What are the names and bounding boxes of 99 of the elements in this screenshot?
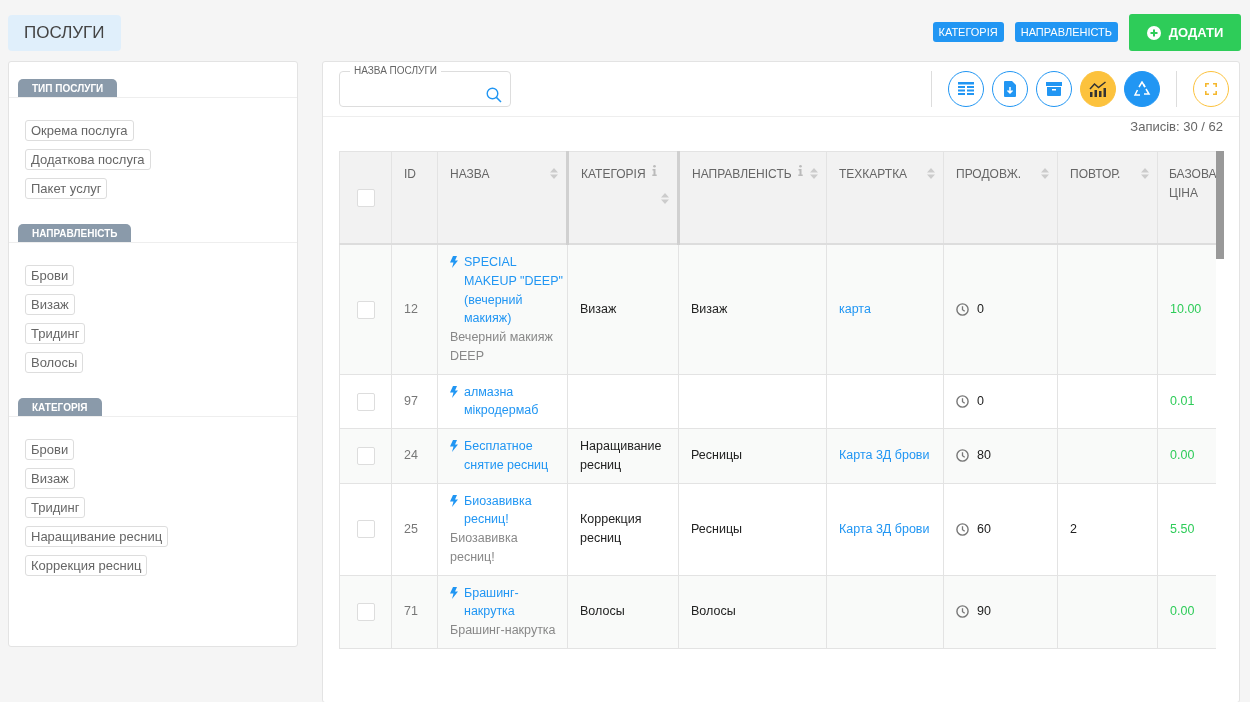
- search-field[interactable]: НАЗВА ПОСЛУГИ: [339, 65, 511, 107]
- direction-cell: Волосы: [691, 604, 736, 619]
- category-cell: Волосы: [580, 604, 625, 619]
- service-name-link[interactable]: SPECIAL MAKEUP "DEEP" (вечерний макияж): [464, 253, 565, 328]
- duration-cell-text: 60: [977, 520, 991, 538]
- filter-heading: ТИП ПОСЛУГИ: [18, 79, 118, 97]
- row-checkbox[interactable]: [356, 447, 375, 466]
- filter-chip[interactable]: Волосы: [25, 352, 84, 373]
- sort-icon[interactable]: [1041, 168, 1049, 179]
- filter-chip[interactable]: Коррекция ресниц: [25, 555, 148, 576]
- category-button[interactable]: КАТЕГОРІЯ: [932, 21, 1004, 42]
- filter-heading: КАТЕГОРІЯ: [18, 398, 102, 416]
- recycle-icon: [1133, 80, 1151, 98]
- price-cell: 0.00: [1170, 448, 1195, 463]
- category-cell: Визаж: [580, 301, 617, 316]
- filter-chip[interactable]: Визаж: [25, 294, 75, 315]
- column-header: ID: [404, 166, 416, 183]
- column-header[interactable]: КАТЕГОРІЯ: [581, 165, 646, 185]
- info-icon: [651, 165, 657, 176]
- service-description: Вечерний макияж DEEP: [450, 329, 554, 365]
- price-cell: 5.50: [1170, 521, 1195, 536]
- price-cell: 0.00: [1170, 604, 1195, 619]
- duration-cell-text: 0: [977, 392, 984, 410]
- id-cell: 24: [404, 448, 418, 463]
- search-icon: [486, 87, 502, 103]
- duration-cell-text: 80: [977, 447, 991, 465]
- lightning-icon: [450, 440, 458, 452]
- archive-button[interactable]: [1036, 71, 1072, 107]
- repeat-cell: 2: [1070, 521, 1077, 536]
- fullscreen-icon: [1205, 83, 1217, 95]
- duration-cell-text: 90: [977, 603, 991, 621]
- clock-icon: [956, 605, 969, 619]
- filter-chip[interactable]: Брови: [25, 265, 75, 286]
- row-checkbox[interactable]: [356, 520, 375, 539]
- lightning-icon: [450, 586, 458, 599]
- filter-chip[interactable]: Тридинг: [25, 323, 86, 344]
- column-header[interactable]: ТЕХКАРТКА: [839, 165, 908, 185]
- fullscreen-button[interactable]: [1193, 71, 1229, 107]
- records-count: Записів: 30 / 62: [1130, 119, 1223, 134]
- info-icon: [797, 165, 803, 176]
- search-label: НАЗВА ПОСЛУГИ: [353, 65, 438, 77]
- direction-cell: Ресницы: [691, 448, 743, 463]
- filter-chip[interactable]: Наращивание ресниц: [25, 526, 169, 547]
- clock-icon: [956, 302, 969, 316]
- filter-chip[interactable]: Тридинг: [25, 497, 86, 518]
- chart-icon: [1089, 81, 1107, 97]
- row-checkbox[interactable]: [356, 392, 375, 411]
- chart-button[interactable]: [1080, 71, 1116, 107]
- filter-heading: НАПРАВЛЕНІСТЬ: [18, 224, 132, 242]
- sort-icon[interactable]: [550, 168, 558, 179]
- price-cell: 0.01: [1170, 393, 1195, 408]
- clock-icon: [956, 449, 969, 463]
- filter-chip[interactable]: Визаж: [25, 468, 75, 489]
- sort-icon[interactable]: [661, 193, 669, 205]
- service-name-link[interactable]: Брашинг-накрутка: [464, 583, 565, 621]
- category-button[interactable]: НАПРАВЛЕНІСТЬ: [1014, 21, 1118, 42]
- column-header[interactable]: ПОВТОР.: [1070, 165, 1121, 185]
- filter-chip[interactable]: Пакет услуг: [25, 178, 108, 199]
- clock-icon: [956, 394, 969, 408]
- service-name-link[interactable]: Биозавивка ресниц!: [464, 491, 565, 529]
- techcard-link[interactable]: карта: [839, 299, 871, 319]
- columns-button[interactable]: [948, 71, 984, 107]
- column-header[interactable]: НАЗВА: [450, 165, 490, 185]
- id-cell: 97: [404, 393, 418, 408]
- list-icon: [958, 82, 974, 96]
- plus-circle-icon: [1146, 25, 1161, 40]
- row-checkbox[interactable]: [356, 300, 375, 319]
- direction-cell: Визаж: [691, 301, 728, 316]
- price-cell: 10.00: [1170, 301, 1202, 316]
- select-all-checkbox[interactable]: [356, 188, 375, 207]
- lightning-icon: [450, 494, 458, 507]
- id-cell: 25: [404, 521, 418, 536]
- category-cell: Коррекция ресниц: [580, 512, 642, 545]
- lightning-icon: [450, 385, 458, 398]
- service-description: Брашинг-накрутка: [450, 622, 557, 639]
- row-checkbox[interactable]: [356, 602, 375, 621]
- column-header[interactable]: НАПРАВЛЕНІСТЬ: [692, 165, 792, 185]
- recycle-button[interactable]: [1124, 71, 1160, 107]
- filter-chip[interactable]: Окрема послуга: [25, 120, 134, 141]
- lightning-icon: [450, 256, 458, 268]
- filter-chip[interactable]: Додаткова послуга: [25, 149, 151, 170]
- sort-icon[interactable]: [810, 168, 818, 179]
- direction-cell: Ресницы: [691, 521, 743, 536]
- column-header[interactable]: ПРОДОВЖ.: [956, 165, 1022, 185]
- category-cell: Наращивание ресниц: [580, 439, 662, 472]
- id-cell: 71: [404, 604, 418, 619]
- clock-icon: [956, 522, 969, 536]
- sort-icon[interactable]: [1141, 168, 1149, 179]
- column-header: БАЗОВА ЦІНА: [1169, 166, 1217, 203]
- techcard-link[interactable]: Карта 3Д брови: [839, 519, 930, 539]
- page-title: ПОСЛУГИ: [8, 15, 121, 51]
- sort-icon[interactable]: [927, 168, 935, 179]
- archive-icon: [1046, 82, 1062, 96]
- export-button[interactable]: [992, 71, 1028, 107]
- id-cell: 12: [404, 301, 418, 316]
- service-description: Биозавивка ресниц!: [450, 530, 519, 566]
- filter-chip[interactable]: Брови: [25, 439, 75, 460]
- duration-cell-text: 0: [977, 300, 984, 318]
- file-download-icon: [1004, 81, 1016, 97]
